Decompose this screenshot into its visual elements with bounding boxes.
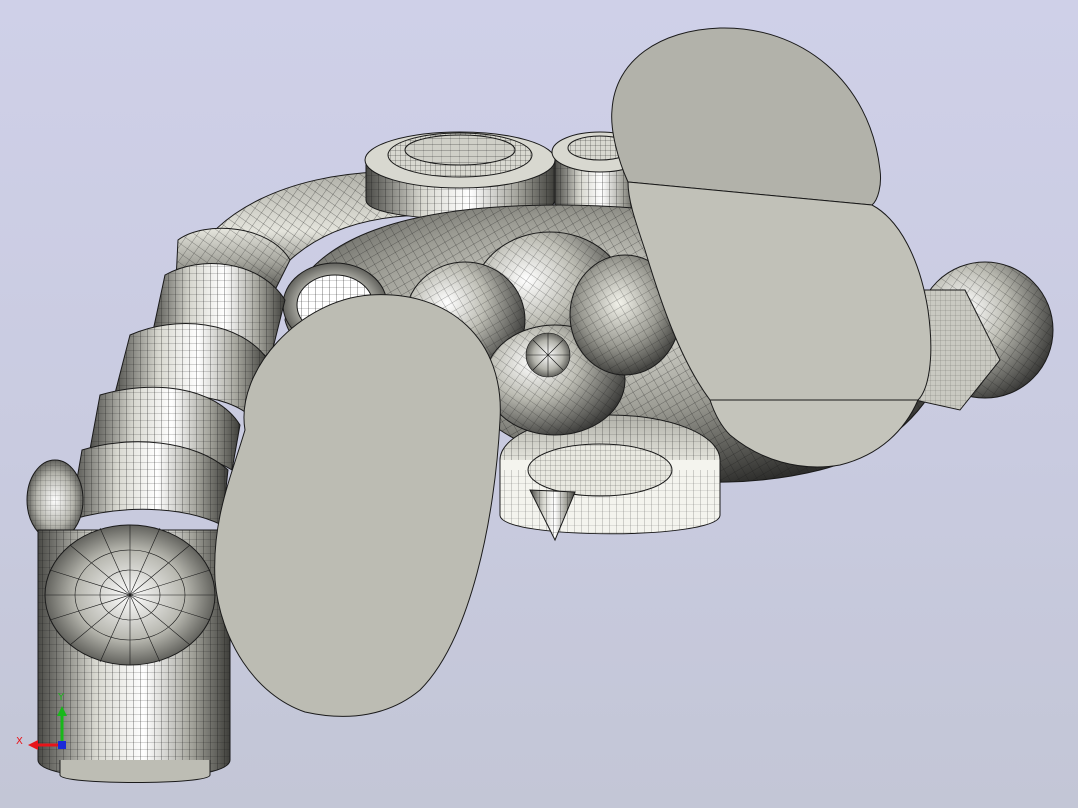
cad-model-scene[interactable]: X Y <box>0 0 1078 808</box>
center-radial-hub[interactable] <box>525 332 571 378</box>
arm-segment-4[interactable] <box>69 441 229 526</box>
x-axis-arrowhead <box>28 740 38 750</box>
side-knob[interactable] <box>26 459 84 541</box>
wrist-cylinder[interactable] <box>37 524 231 783</box>
z-axis-marker <box>58 741 66 749</box>
right-ball-joint[interactable] <box>914 261 1054 411</box>
x-axis-label: X <box>16 736 23 747</box>
3d-viewport[interactable]: X Y <box>0 0 1078 808</box>
bottom-flange[interactable] <box>499 414 721 542</box>
y-axis-label: Y <box>57 692 65 703</box>
